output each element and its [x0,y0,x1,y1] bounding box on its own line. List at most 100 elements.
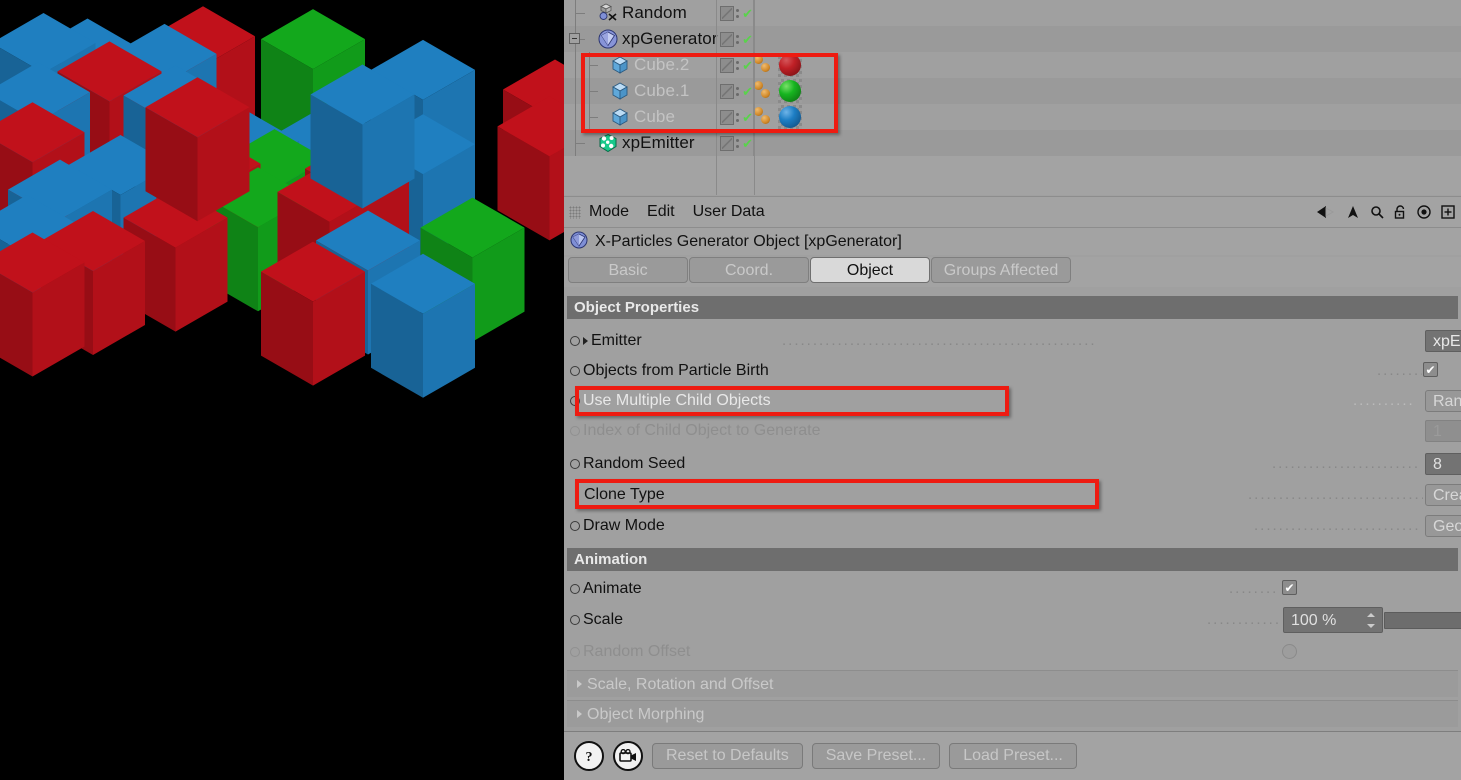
visibility-tag-icon[interactable] [720,135,734,151]
tab-object[interactable]: Object [810,257,930,283]
cube-object-icon [610,107,630,127]
object-row-random[interactable]: Random ✔ [564,0,1461,26]
particle-tag-icon[interactable] [754,106,776,128]
combo-draw-mode[interactable]: Geometry Only [1425,515,1461,537]
enabled-check-icon[interactable]: ✔ [742,137,753,150]
xp-emitter-icon [598,133,618,153]
visibility-dots-icon[interactable] [736,138,740,148]
tree-connector [564,52,610,78]
enabled-check-icon[interactable]: ✔ [742,7,753,20]
spinner-scale[interactable] [1366,613,1375,628]
object-row-material[interactable] [754,52,814,78]
enabled-check-icon[interactable]: ✔ [742,111,753,124]
tab-basic[interactable]: Basic [568,257,688,283]
enabled-check-icon[interactable]: ✔ [742,33,753,46]
object-row-material[interactable] [754,104,814,130]
particle-tag-icon[interactable] [754,54,776,76]
object-row-tags[interactable]: ✔ [716,104,754,130]
group-object-morphing[interactable]: Object Morphing [567,700,1458,727]
reset-to-defaults-button[interactable]: Reset to Defaults [652,743,803,769]
load-preset-button[interactable]: Load Preset... [949,743,1077,769]
object-row-cube-1[interactable]: Cube.1 ✔ [564,78,1461,104]
back-arrow-icon[interactable] [1316,205,1336,219]
material-tag-icon[interactable] [778,105,802,129]
3d-viewport[interactable] [0,0,564,780]
object-row-cube-2[interactable]: Cube.2 ✔ [564,52,1461,78]
object-manager-column-divider-2 [754,0,755,195]
animation-dot-use-multiple-child-objects[interactable] [570,395,580,406]
visibility-dots-icon[interactable] [736,8,740,18]
object-row-xpgenerator[interactable]: xpGenerator ✔ [564,26,1461,52]
animation-dot-random-offset[interactable] [570,646,580,657]
object-manager[interactable]: Random ✔ xpGenerator ✔ Cube.2 ✔ Cube.1 ✔ Cube ✔ xp… [564,0,1461,195]
field-random-seed[interactable]: 8 [1425,453,1461,475]
save-preset-button[interactable]: Save Preset... [811,743,941,769]
attribute-manager-toolbar[interactable]: Mode Edit User Data [564,196,1461,227]
combo-use-multiple-child-objects[interactable]: Randomly [1425,390,1461,412]
leader-dots-emitter: ........................................… [782,332,1097,349]
leader-dots-objects-from-particle-birth: ......... [1377,362,1422,379]
tab-groups-affected[interactable]: Groups Affected [931,257,1071,283]
combo-clone-type[interactable]: Create Render Instances [1425,484,1461,506]
menu-user-data[interactable]: User Data [693,203,765,221]
visibility-dots-icon[interactable] [736,112,740,122]
visibility-tag-icon[interactable] [720,5,734,21]
material-tag-icon[interactable] [778,53,802,77]
question-mark-icon[interactable]: ? [574,741,604,771]
checkbox-objects-from-particle-birth[interactable]: ✔ [1423,362,1438,377]
lock-icon[interactable] [1394,205,1407,219]
collapse-toggle[interactable] [569,33,580,44]
field-index-of-child-object[interactable]: 1 [1425,420,1461,442]
particle-tag-icon[interactable] [754,80,776,102]
menu-edit[interactable]: Edit [647,203,675,221]
search-icon[interactable] [1370,205,1384,219]
visibility-dots-icon[interactable] [736,34,740,44]
animation-dot-random-seed[interactable] [570,458,580,469]
object-row-label: Random [622,3,687,22]
visibility-tag-icon[interactable] [720,83,734,99]
visibility-tag-icon[interactable] [720,57,734,73]
plus-box-icon[interactable] [1441,205,1455,219]
label-clone-type: Clone Type [584,485,665,503]
menu-mode[interactable]: Mode [589,203,629,221]
animation-dot-scale[interactable] [570,614,580,625]
slider-scale[interactable] [1384,612,1461,629]
attribute-tabs[interactable]: Basic Coord. Object Groups Affected [564,257,1461,287]
checkbox-animate[interactable]: ✔ [1282,580,1297,595]
row-random-seed: Random Seed ........................ 8 [564,449,1461,478]
object-row-tags[interactable]: ✔ [716,78,754,104]
object-row-tags[interactable]: ✔ [716,0,754,26]
object-row-tags[interactable]: ✔ [716,130,754,156]
field-emitter[interactable]: xpEmitter [1425,330,1461,352]
object-row-label: Cube.1 [634,81,690,100]
object-row-cube[interactable]: Cube ✔ [564,104,1461,130]
tree-connector [564,104,610,130]
object-row-material[interactable] [754,78,814,104]
animation-dot-index-of-child-object[interactable] [570,425,580,436]
visibility-dots-icon[interactable] [736,60,740,70]
checkbox-random-offset[interactable]: ✔ [1282,644,1297,659]
material-tag-icon[interactable] [778,79,802,103]
camera-icon[interactable] [613,741,643,771]
animation-dot-draw-mode[interactable] [570,520,580,531]
enabled-check-icon[interactable]: ✔ [742,85,753,98]
drag-grip-icon[interactable] [569,205,581,219]
visibility-tag-icon[interactable] [720,109,734,125]
visibility-dots-icon[interactable] [736,86,740,96]
animation-dot-emitter[interactable] [570,335,580,346]
attribute-footer: ? Reset to Defaults Save Preset... Load … [564,731,1461,780]
label-emitter: Emitter [570,326,642,355]
expand-triangle-icon[interactable] [583,336,588,345]
animation-dot-objects-from-particle-birth[interactable] [570,365,580,376]
enabled-check-icon[interactable]: ✔ [742,59,753,72]
tab-coord[interactable]: Coord. [689,257,809,283]
object-row-xpemitter[interactable]: xpEmitter ✔ [564,130,1461,156]
object-row-tags[interactable]: ✔ [716,26,754,52]
visibility-tag-icon[interactable] [720,31,734,47]
animation-dot-animate[interactable] [570,583,580,594]
object-row-tags[interactable]: ✔ [716,52,754,78]
up-arrow-icon[interactable] [1346,205,1360,219]
attribute-object-title: X-Particles Generator Object [xpGenerato… [564,227,1461,255]
group-scale-rotation-offset[interactable]: Scale, Rotation and Offset [567,670,1458,697]
target-icon[interactable] [1417,205,1431,219]
